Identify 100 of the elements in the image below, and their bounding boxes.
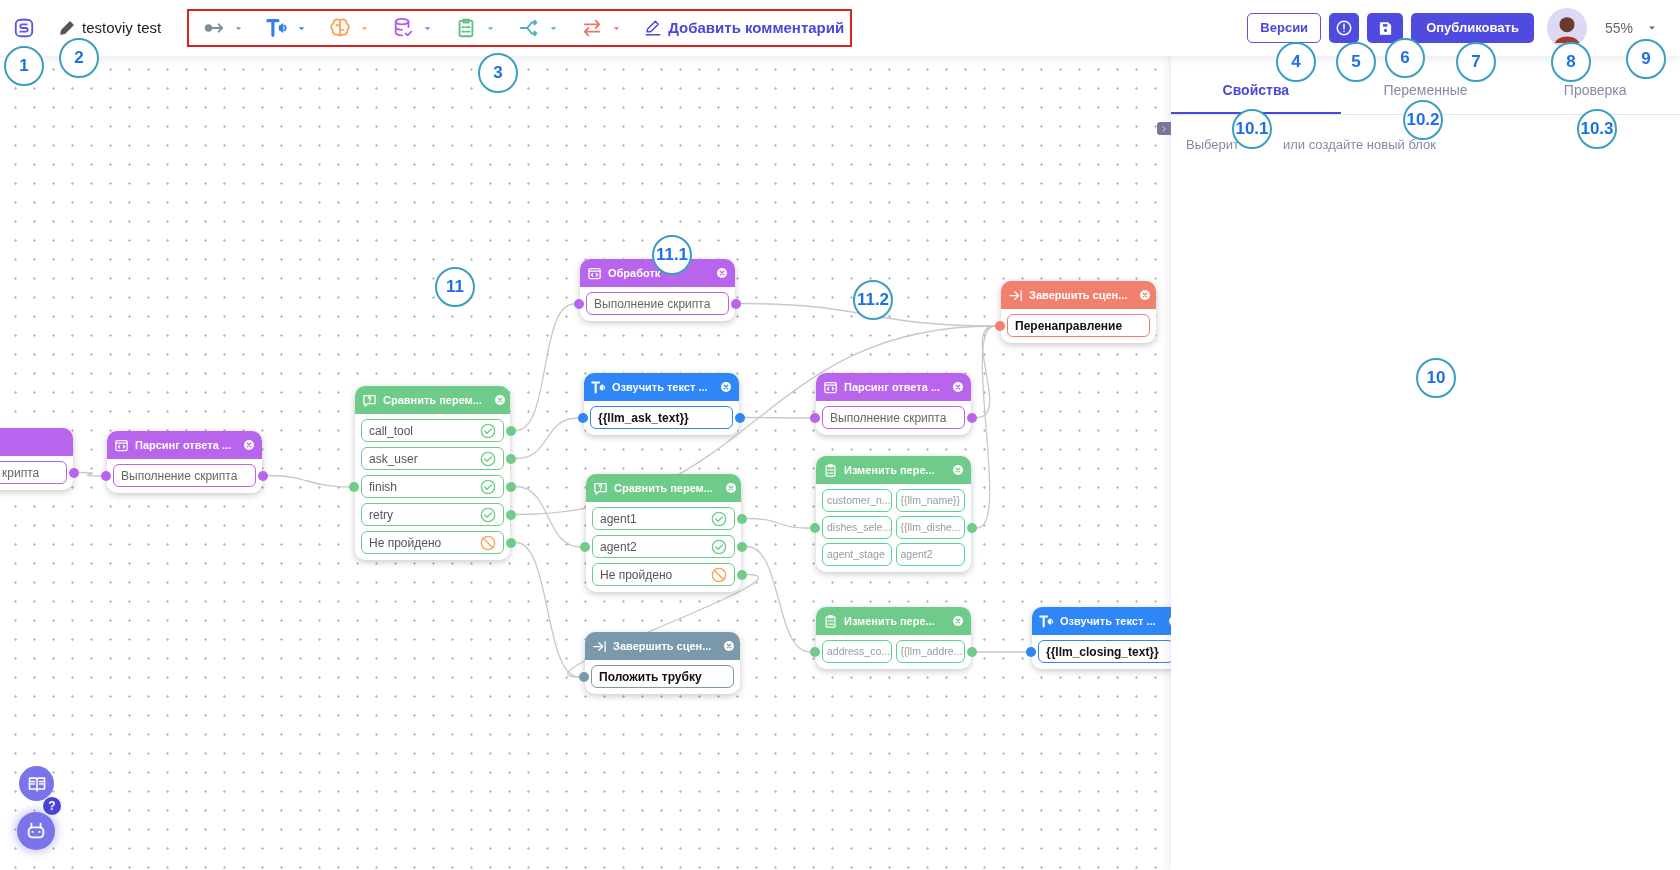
port-handle[interactable] bbox=[967, 647, 977, 657]
port-handle[interactable] bbox=[967, 523, 977, 533]
save-button[interactable] bbox=[1367, 13, 1404, 43]
port-handle[interactable] bbox=[737, 541, 747, 552]
flow-node[interactable]: Парсинг ответа ... Выполнение скрипта bbox=[107, 431, 262, 493]
clipboard-icon bbox=[823, 462, 838, 478]
flow-node[interactable]: Сравнить перем... call_tool ask_user finish retry Не пройдено bbox=[355, 386, 510, 560]
condition-label: ask_user bbox=[369, 450, 419, 468]
code-window-icon bbox=[114, 437, 129, 453]
versions-button[interactable]: Версии bbox=[1247, 13, 1322, 43]
block-field[interactable]: крипта bbox=[0, 461, 67, 484]
scenario-title: testoviy test bbox=[82, 17, 162, 38]
check-circle-icon bbox=[711, 510, 727, 527]
panel-tab[interactable]: Проверка bbox=[1563, 80, 1627, 101]
port-handle[interactable] bbox=[506, 537, 516, 548]
condition-field[interactable]: ask_user bbox=[361, 447, 504, 470]
condition-field[interactable]: retry bbox=[361, 503, 504, 526]
close-icon[interactable] bbox=[1139, 289, 1152, 301]
port-handle[interactable] bbox=[580, 542, 590, 552]
block-field[interactable]: Перенаправление bbox=[1007, 314, 1150, 337]
collapse-toggle[interactable] bbox=[1157, 122, 1171, 135]
block-field[interactable]: Выполнение скрипта bbox=[822, 406, 965, 429]
close-icon[interactable] bbox=[952, 615, 964, 627]
port-handle[interactable] bbox=[967, 412, 977, 423]
port-handle[interactable] bbox=[578, 413, 588, 423]
flow-node[interactable]: Завершить сцен... Перенаправление bbox=[1001, 281, 1156, 343]
close-icon[interactable] bbox=[724, 482, 737, 494]
help-badge: ? bbox=[42, 796, 62, 816]
block-field[interactable]: {{llm_ask_text}} bbox=[590, 406, 733, 429]
port-handle[interactable] bbox=[810, 647, 820, 657]
port-handle[interactable] bbox=[574, 299, 584, 309]
pencil-icon bbox=[644, 19, 663, 37]
flow-node[interactable]: Озвучить текст ... {{llm_ask_text}} bbox=[584, 373, 739, 435]
publish-button[interactable]: Опубликовать bbox=[1411, 13, 1534, 43]
port-handle[interactable] bbox=[506, 425, 516, 436]
port-handle[interactable] bbox=[579, 672, 589, 682]
zoom-level[interactable]: 55% bbox=[1604, 17, 1633, 39]
port-handle[interactable] bbox=[349, 482, 359, 492]
flow-node[interactable]: Завершить сцен... Положить трубку bbox=[585, 632, 740, 694]
flow-node[interactable]: Сравнить перем... agent1 agent2 Не пройдено bbox=[586, 474, 741, 592]
check-circle-icon bbox=[480, 422, 496, 439]
flow-node[interactable]: Обработк Выполнение скрипта bbox=[580, 259, 735, 321]
condition-label: agent1 bbox=[600, 510, 638, 528]
code-window-icon bbox=[587, 265, 602, 281]
condition-label: call_tool bbox=[369, 422, 415, 440]
chevron-right-icon bbox=[1160, 124, 1168, 133]
close-icon[interactable] bbox=[720, 381, 732, 393]
port-handle[interactable] bbox=[731, 298, 741, 309]
avatar-icon[interactable] bbox=[1546, 8, 1587, 48]
close-icon[interactable] bbox=[952, 381, 965, 393]
port-handle[interactable] bbox=[810, 523, 820, 533]
prohibited-icon bbox=[480, 534, 496, 551]
assistant-button[interactable] bbox=[17, 812, 55, 850]
condition-label: retry bbox=[369, 506, 394, 524]
block-field[interactable]: {{llm_closing_text}} bbox=[1038, 640, 1171, 663]
port-handle[interactable] bbox=[101, 471, 111, 481]
condition-label: Не пройдено bbox=[600, 566, 674, 584]
alert-button[interactable] bbox=[1329, 13, 1360, 43]
flow-node[interactable]: крипта bbox=[0, 428, 73, 490]
connector-line bbox=[78, 471, 102, 477]
close-icon[interactable] bbox=[493, 394, 506, 406]
docs-button[interactable] bbox=[19, 766, 54, 801]
speaker-text-icon bbox=[266, 17, 289, 39]
panel-tab[interactable]: Переменные bbox=[1383, 80, 1468, 101]
close-icon[interactable] bbox=[723, 640, 736, 652]
panel-tab[interactable]: Свойства bbox=[1222, 80, 1290, 101]
condition-field[interactable]: Не пройдено bbox=[361, 531, 504, 554]
flow-node[interactable]: Озвучить текст ... {{llm_closing_text}} bbox=[1032, 607, 1171, 669]
add-comment-button[interactable]: Добавить комментарий bbox=[644, 16, 845, 40]
node-title: Сравнить перем... bbox=[614, 480, 713, 496]
speaker-text-icon bbox=[591, 379, 606, 395]
connector-line bbox=[976, 651, 1027, 653]
close-icon[interactable] bbox=[952, 464, 964, 476]
port-handle[interactable] bbox=[995, 321, 1005, 331]
port-handle[interactable] bbox=[506, 481, 516, 492]
node-title: Парсинг ответа ... bbox=[135, 437, 232, 453]
block-field[interactable]: Выполнение скрипта bbox=[586, 292, 729, 315]
port-handle[interactable] bbox=[506, 453, 516, 464]
close-icon[interactable] bbox=[716, 267, 728, 279]
port-handle[interactable] bbox=[735, 412, 745, 423]
condition-field[interactable]: call_tool bbox=[361, 419, 504, 442]
port-handle[interactable] bbox=[810, 413, 820, 423]
port-handle[interactable] bbox=[1026, 647, 1036, 657]
port-handle[interactable] bbox=[737, 569, 747, 580]
port-handle[interactable] bbox=[506, 509, 516, 520]
port-handle[interactable] bbox=[258, 470, 268, 481]
condition-field[interactable]: finish bbox=[361, 475, 504, 498]
block-field[interactable]: Положить трубку bbox=[591, 665, 734, 688]
node-title: Изменить пере... bbox=[844, 613, 935, 629]
prohibited-icon bbox=[711, 566, 727, 583]
close-icon[interactable] bbox=[243, 439, 256, 451]
block-field[interactable]: Выполнение скрипта bbox=[113, 464, 256, 487]
port-handle[interactable] bbox=[737, 513, 747, 524]
back-icon[interactable] bbox=[13, 17, 35, 39]
port-handle[interactable] bbox=[69, 467, 79, 478]
condition-field[interactable]: agent2 bbox=[592, 535, 735, 558]
flow-node[interactable]: Парсинг ответа ... Выполнение скрипта bbox=[816, 373, 971, 435]
condition-field[interactable]: agent1 bbox=[592, 507, 735, 530]
condition-field[interactable]: Не пройдено bbox=[592, 563, 735, 586]
exit-arrow-icon bbox=[592, 638, 607, 654]
